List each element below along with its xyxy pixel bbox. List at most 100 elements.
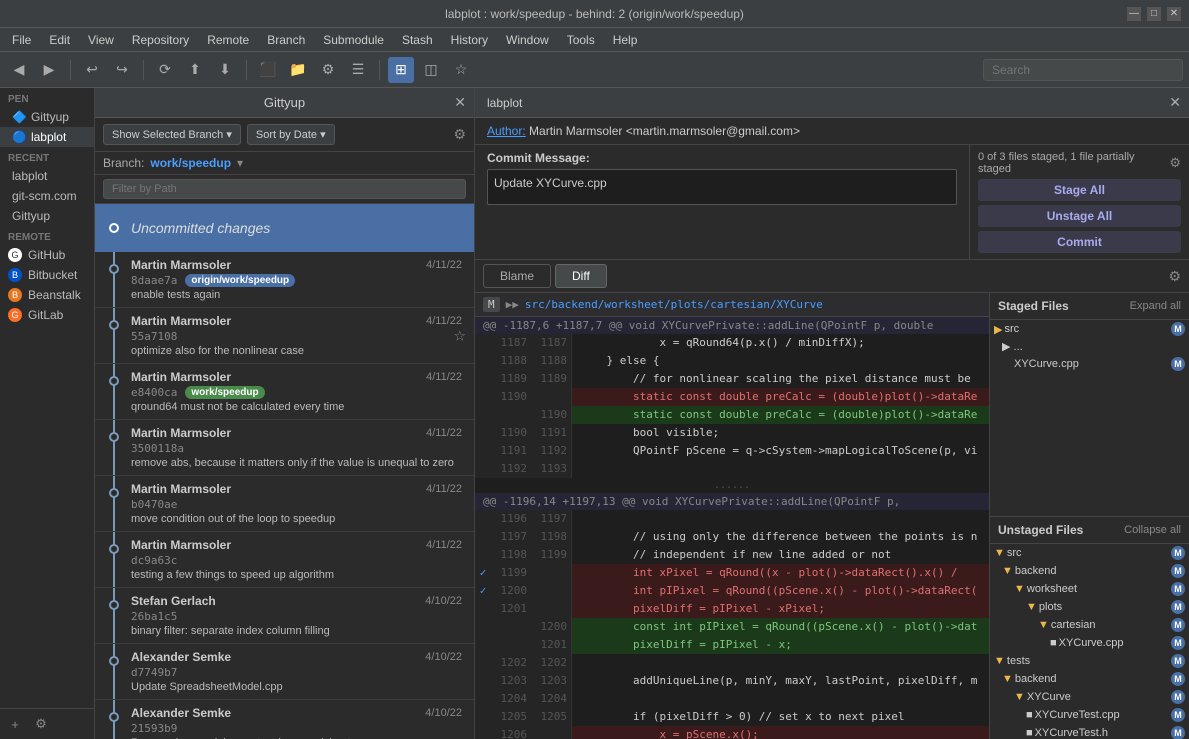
list-item[interactable]: ■ XYCurveTest.h M [990, 724, 1189, 739]
uncommitted-changes-item[interactable]: Uncommitted changes [95, 204, 474, 252]
close-window-button[interactable]: ✕ [1167, 7, 1181, 21]
gittyup-close-button[interactable]: ✕ [454, 94, 466, 111]
sidebar-item-recent-gitscm[interactable]: git-scm.com [0, 186, 94, 206]
list-item[interactable]: ▼ backend M [990, 562, 1189, 580]
menu-item-stash[interactable]: Stash [394, 31, 441, 49]
commit-message: move condition out of the loop to speedu… [131, 513, 462, 525]
tree-item-label: XYCurve.cpp [1059, 637, 1124, 649]
history-button[interactable]: ◫ [418, 57, 444, 83]
table-row[interactable]: Alexander Semke 4/10/22 21593b9 Removed … [95, 700, 474, 739]
list-item[interactable]: XYCurve.cpp M [990, 355, 1189, 373]
forward-button[interactable]: ▶ [36, 57, 62, 83]
list-item[interactable]: ▼ src M [990, 544, 1189, 562]
commit-hash: d7749b7 [131, 666, 177, 679]
list-item[interactable]: ▼ plots M [990, 598, 1189, 616]
menu-item-window[interactable]: Window [498, 31, 557, 49]
table-row[interactable]: Alexander Semke 4/10/22 d7749b7 Update S… [95, 644, 474, 700]
push-button[interactable]: ⬆ [182, 57, 208, 83]
minimize-button[interactable]: — [1127, 7, 1141, 21]
sidebar-item-labplot[interactable]: 🔵 labplot [0, 127, 94, 147]
add-repo-button[interactable]: + [4, 713, 26, 735]
star-toolbar-button[interactable]: ☆ [448, 57, 474, 83]
undo-button[interactable]: ↩ [79, 57, 105, 83]
diff-line-content [572, 510, 989, 528]
redo-button[interactable]: ↪ [109, 57, 135, 83]
sidebar-item-bitbucket[interactable]: B Bitbucket [0, 265, 94, 285]
author-label[interactable]: Author: [487, 124, 526, 138]
commit-button[interactable]: Commit [978, 231, 1181, 253]
back-button[interactable]: ◀ [6, 57, 32, 83]
commit-author-row: Martin Marmsoler 4/11/22 [131, 482, 462, 496]
sidebar-item-github[interactable]: G GitHub [0, 245, 94, 265]
maximize-button[interactable]: □ [1147, 7, 1161, 21]
diff-check [475, 672, 491, 690]
show-branch-button[interactable]: Show Selected Branch ▾ [103, 124, 241, 145]
sidebar-item-recent-labplot[interactable]: labplot [0, 166, 94, 186]
menu-item-repository[interactable]: Repository [124, 31, 197, 49]
sidebar-item-beanstalk[interactable]: B Beanstalk [0, 285, 94, 305]
list-item[interactable]: ▶ src M [990, 320, 1189, 338]
search-input[interactable] [983, 59, 1183, 81]
sidebar-item-gittyup[interactable]: 🔷 Gittyup [0, 107, 94, 127]
menu-item-branch[interactable]: Branch [259, 31, 313, 49]
diff-view-button[interactable]: ⊞ [388, 57, 414, 83]
diff-line: 11961197 [475, 510, 989, 528]
list-item[interactable]: ▼ tests M [990, 652, 1189, 670]
diff-line-removed: ✓ 1200 int pIPixel = qRound((pScene.x() … [475, 582, 989, 600]
menu-item-view[interactable]: View [80, 31, 122, 49]
diff-settings-button[interactable]: ⚙ [1168, 268, 1181, 285]
sort-date-button[interactable]: Sort by Date ▾ [247, 124, 335, 145]
uncommitted-label: Uncommitted changes [131, 220, 270, 236]
sidebar-item-recent-gittyup[interactable]: Gittyup [0, 206, 94, 226]
list-item[interactable]: ▼ cartesian M [990, 616, 1189, 634]
commit-msg-text[interactable]: Update XYCurve.cpp [487, 169, 957, 205]
expand-all-button[interactable]: Expand all [1130, 300, 1181, 312]
table-row[interactable]: Martin Marmsoler 4/11/22 dc9a63c testing… [95, 532, 474, 588]
menu-item-submodule[interactable]: Submodule [315, 31, 392, 49]
staged-settings-button[interactable]: ⚙ [1169, 155, 1181, 171]
terminal-button[interactable]: ⬛ [255, 57, 281, 83]
star-icon[interactable]: ☆ [453, 327, 466, 344]
menu-item-help[interactable]: Help [605, 31, 646, 49]
stage-all-button[interactable]: Stage All [978, 179, 1181, 201]
commit-message: testing a few things to speed up algorit… [131, 569, 462, 581]
menu-item-edit[interactable]: Edit [41, 31, 78, 49]
table-row[interactable]: Martin Marmsoler 4/11/22 3500118a remove… [95, 420, 474, 476]
list-item[interactable]: ▼ backend M [990, 670, 1189, 688]
list-item[interactable]: ▼ XYCurve M [990, 688, 1189, 706]
list-item[interactable]: ▶ ... [990, 338, 1189, 355]
folder-button[interactable]: 📁 [285, 57, 311, 83]
blame-tab[interactable]: Blame [483, 264, 551, 288]
log-button[interactable]: ☰ [345, 57, 371, 83]
filter-input[interactable] [103, 179, 466, 199]
commit-date: 4/11/22 [426, 371, 462, 383]
menu-item-file[interactable]: File [4, 31, 39, 49]
table-row[interactable]: Martin Marmsoler 4/11/22 e8400ca work/sp… [95, 364, 474, 420]
pull-button[interactable]: ⬇ [212, 57, 238, 83]
list-item[interactable]: ■ XYCurve.cpp M [990, 634, 1189, 652]
settings-left-button[interactable]: ⚙ [30, 713, 52, 735]
sidebar-item-gitlab[interactable]: G GitLab [0, 305, 94, 325]
menu-item-remote[interactable]: Remote [199, 31, 257, 49]
diff-file-header: M ▶▶ src/backend/worksheet/plots/cartesi… [475, 293, 989, 317]
settings-button[interactable]: ⚙ [315, 57, 341, 83]
check-mark-icon: ✓ [480, 582, 487, 600]
diff-content[interactable]: M ▶▶ src/backend/worksheet/plots/cartesi… [475, 293, 989, 739]
table-row[interactable]: Martin Marmsoler 4/11/22 55a7108 optimiz… [95, 308, 474, 364]
list-item[interactable]: ▼ worksheet M [990, 580, 1189, 598]
diff-tab[interactable]: Diff [555, 264, 607, 288]
table-row[interactable]: Martin Marmsoler 4/11/22 b0470ae move co… [95, 476, 474, 532]
labplot-close-button[interactable]: ✕ [1169, 94, 1181, 111]
diff-line-content: static const double preCalc = (double)pl… [572, 388, 989, 406]
table-row[interactable]: Stefan Gerlach 4/10/22 26ba1c5 binary fi… [95, 588, 474, 644]
table-row[interactable]: Martin Marmsoler 4/11/22 8daae7a origin/… [95, 252, 474, 308]
menu-item-tools[interactable]: Tools [559, 31, 603, 49]
menu-item-history[interactable]: History [443, 31, 496, 49]
diff-line-content: const int pIPixel = qRound((pScene.x() -… [572, 618, 989, 636]
list-item[interactable]: ■ XYCurveTest.cpp M [990, 706, 1189, 724]
unstage-all-button[interactable]: Unstage All [978, 205, 1181, 227]
diff-line: 12021202 [475, 654, 989, 672]
fetch-button[interactable]: ⟳ [152, 57, 178, 83]
gittyup-settings-button[interactable]: ⚙ [453, 126, 466, 143]
collapse-all-button[interactable]: Collapse all [1124, 524, 1181, 536]
